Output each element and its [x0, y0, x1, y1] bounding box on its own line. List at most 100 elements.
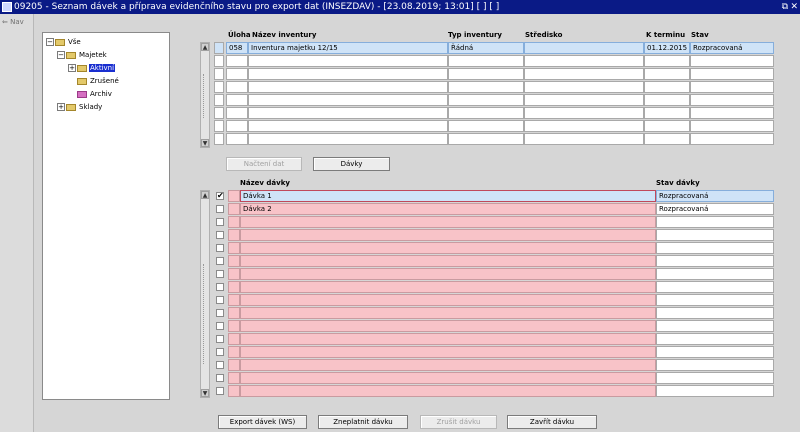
table-row[interactable]	[214, 294, 774, 306]
tree-node-aktivni[interactable]: + Aktivní	[68, 62, 116, 74]
table-cell[interactable]	[524, 107, 644, 119]
table-row[interactable]	[214, 216, 774, 228]
table-cell[interactable]	[690, 107, 774, 119]
table-cell[interactable]	[656, 281, 774, 293]
table-cell[interactable]	[226, 81, 248, 93]
table-cell[interactable]	[240, 242, 656, 254]
table-cell[interactable]	[656, 242, 774, 254]
cell-termin[interactable]: 01.12.2015	[644, 42, 690, 54]
table-cell[interactable]	[240, 229, 656, 241]
cell-blank[interactable]	[228, 203, 240, 215]
table-row[interactable]	[214, 120, 774, 132]
table-cell[interactable]	[228, 346, 240, 358]
table-cell[interactable]	[248, 81, 448, 93]
table-cell[interactable]	[248, 107, 448, 119]
row-selector[interactable]	[214, 55, 224, 67]
cell-stav-davky[interactable]: Rozpracovaná	[656, 203, 774, 215]
table-row[interactable]	[214, 81, 774, 93]
table-cell[interactable]	[248, 94, 448, 106]
table-cell[interactable]	[524, 68, 644, 80]
table-cell[interactable]	[240, 346, 656, 358]
batch-checkbox[interactable]	[216, 218, 224, 226]
table-cell[interactable]	[690, 81, 774, 93]
table-cell[interactable]	[226, 55, 248, 67]
collapse-toggle-icon[interactable]: −	[57, 51, 65, 59]
row-selector[interactable]	[214, 120, 224, 132]
table-cell[interactable]	[228, 372, 240, 384]
table-cell[interactable]	[228, 268, 240, 280]
table-row[interactable]	[214, 94, 774, 106]
table-cell[interactable]	[226, 107, 248, 119]
table-cell[interactable]	[248, 68, 448, 80]
zneplatnit-davku-button[interactable]: Zneplatnit dávku	[318, 415, 408, 429]
cell-nazev-davky[interactable]: Dávka 2	[240, 203, 656, 215]
table-cell[interactable]	[240, 359, 656, 371]
table-cell[interactable]	[240, 333, 656, 345]
expand-toggle-icon[interactable]: +	[68, 64, 76, 72]
table-cell[interactable]	[690, 55, 774, 67]
table-cell[interactable]	[240, 320, 656, 332]
table-cell[interactable]	[448, 68, 524, 80]
table-cell[interactable]	[690, 68, 774, 80]
table-cell[interactable]	[448, 94, 524, 106]
cell-stav-davky[interactable]: Rozpracovaná	[656, 190, 774, 202]
table-cell[interactable]	[656, 346, 774, 358]
tree-node-majetek[interactable]: − Majetek	[57, 49, 108, 61]
batch-checkbox[interactable]	[216, 296, 224, 304]
table-row[interactable]	[214, 385, 774, 397]
table-cell[interactable]	[248, 120, 448, 132]
table-cell[interactable]	[644, 94, 690, 106]
table-cell[interactable]	[228, 255, 240, 267]
batch-checkbox[interactable]	[216, 361, 224, 369]
table-row[interactable]	[214, 307, 774, 319]
row-selector[interactable]	[214, 81, 224, 93]
table-cell[interactable]	[690, 94, 774, 106]
batch-checkbox[interactable]	[216, 348, 224, 356]
zavrit-davku-button[interactable]: Zavřít dávku	[507, 415, 597, 429]
davky-button[interactable]: Dávky	[313, 157, 390, 171]
table-row[interactable]	[214, 320, 774, 332]
table-cell[interactable]	[656, 268, 774, 280]
cell-nazev-davky[interactable]: Dávka 1	[240, 190, 656, 202]
table-cell[interactable]	[448, 55, 524, 67]
table-row[interactable]: Dávka 2 Rozpracovaná	[214, 203, 774, 215]
batch-checkbox[interactable]	[216, 309, 224, 317]
table-cell[interactable]	[240, 307, 656, 319]
table-cell[interactable]	[228, 385, 240, 397]
table-cell[interactable]	[644, 55, 690, 67]
table-cell[interactable]	[240, 372, 656, 384]
table-cell[interactable]	[644, 120, 690, 132]
scroll-down-icon[interactable]: ▼	[201, 139, 209, 147]
table-cell[interactable]	[524, 55, 644, 67]
table-cell[interactable]	[644, 107, 690, 119]
table-cell[interactable]	[240, 255, 656, 267]
table-row[interactable]	[214, 55, 774, 67]
row-selector[interactable]	[214, 68, 224, 80]
table-cell[interactable]	[690, 120, 774, 132]
table-cell[interactable]	[228, 307, 240, 319]
close-window-icon[interactable]: ✕	[790, 0, 798, 14]
table-cell[interactable]	[656, 229, 774, 241]
batch-checkbox[interactable]	[216, 387, 224, 395]
table-cell[interactable]	[524, 133, 644, 145]
table-cell[interactable]	[228, 320, 240, 332]
tree-node-sklady[interactable]: + Sklady	[57, 101, 103, 113]
table-row[interactable]	[214, 268, 774, 280]
table-cell[interactable]	[228, 242, 240, 254]
table-cell[interactable]	[656, 320, 774, 332]
batch-checkbox[interactable]	[216, 231, 224, 239]
table-cell[interactable]	[656, 307, 774, 319]
scroll-up-icon[interactable]: ▲	[201, 191, 209, 199]
table-row[interactable]	[214, 346, 774, 358]
row-selector[interactable]	[214, 94, 224, 106]
batch-checkbox[interactable]	[216, 244, 224, 252]
batch-checkbox[interactable]	[216, 283, 224, 291]
table-cell[interactable]	[240, 216, 656, 228]
expand-toggle-icon[interactable]: +	[57, 103, 65, 111]
table-cell[interactable]	[248, 55, 448, 67]
row-selector[interactable]	[214, 42, 224, 54]
table-cell[interactable]	[240, 281, 656, 293]
table-cell[interactable]	[226, 68, 248, 80]
table-cell[interactable]	[226, 133, 248, 145]
nav-button[interactable]: ⇐ Nav	[2, 18, 24, 26]
